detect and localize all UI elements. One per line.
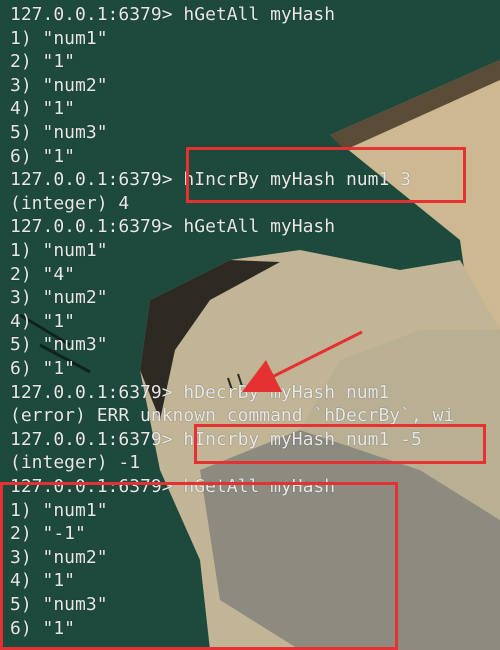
terminal-line: 1) "num1" [10,240,108,261]
terminal-line: 5) "num3" [10,334,108,356]
terminal-line: 5) "num3" [10,122,108,143]
terminal-line: 127.0.0.1:6379> hGetAll myHash [10,4,336,25]
terminal-line: 3) "num2" [10,74,108,96]
terminal-line: 6) "1" [10,145,76,167]
terminal-line: (integer) 4 [10,192,130,214]
terminal-line: 2) "4" [10,263,76,285]
terminal-line: 1) "num1" [10,27,108,49]
terminal-line: 4) "1" [10,98,76,120]
highlight-box-hincrby-negative [194,424,486,464]
highlight-box-hgetall-result [0,482,398,650]
terminal-line: 4) "1" [10,310,76,332]
highlight-box-hincrby [186,147,466,203]
terminal-window[interactable]: 127.0.0.1:6379> hGetAll myHash 1) "num1" 2… [0,0,500,650]
terminal-line: 6) "1" [10,358,76,379]
terminal-line: 127.0.0.1:6379> hGetAll myHash [10,216,336,238]
terminal-line: 3) "num2" [10,287,108,309]
terminal-line: (integer) -1 [10,452,141,474]
terminal-line: 2) "1" [10,51,76,73]
terminal-line: 127.0.0.1:6379> hDecrBy myHash num1 [10,381,390,403]
